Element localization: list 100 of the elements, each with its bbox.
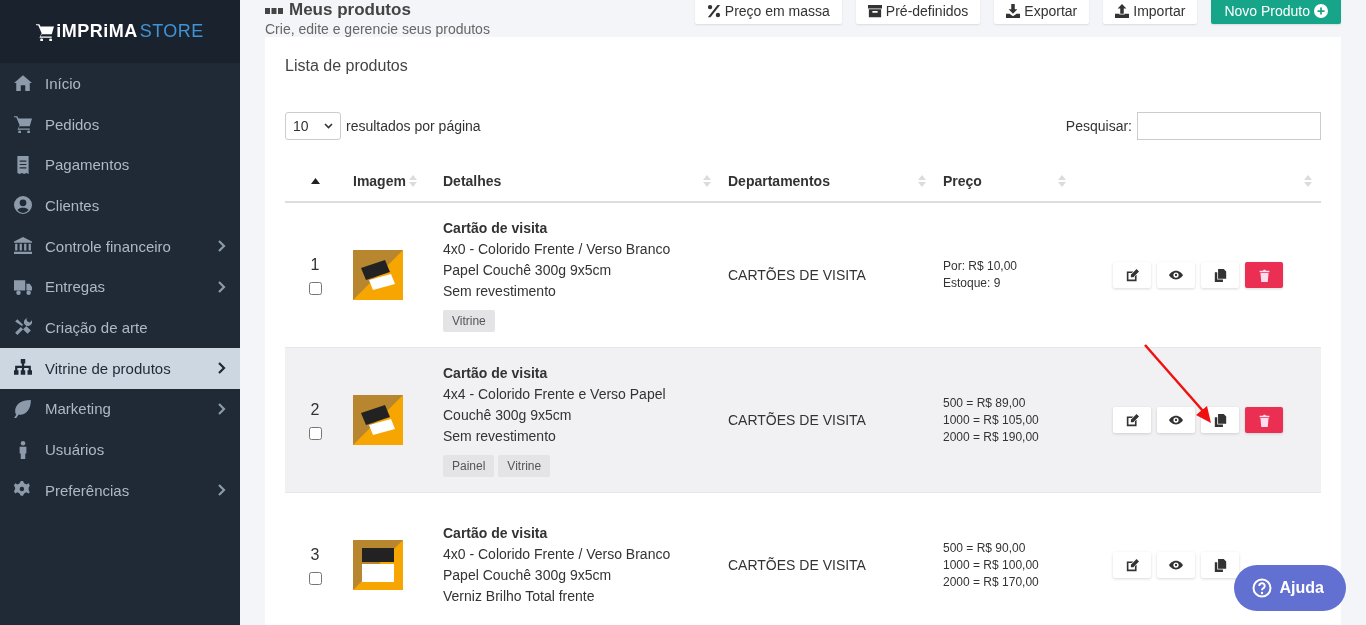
product-thumbnail — [353, 395, 403, 445]
chevron-down-icon — [324, 123, 333, 129]
row-checkbox[interactable] — [308, 281, 322, 295]
eye-icon — [1169, 558, 1183, 572]
product-detail: Sem revestimento — [443, 427, 557, 446]
toolbar-button[interactable]: Pré-definidos — [855, 0, 981, 24]
copy-icon — [1213, 268, 1227, 282]
row-number: 1 — [310, 255, 320, 274]
product-thumbnail — [353, 540, 403, 590]
product-name: Cartão de visita — [443, 219, 549, 238]
toolbar-button[interactable]: Exportar — [994, 0, 1090, 24]
delete-button[interactable] — [1245, 407, 1283, 433]
sidebar-item[interactable]: Marketing — [0, 388, 240, 430]
department-text: CARTÕES DE VISITA — [728, 267, 866, 283]
row-number: 2 — [310, 400, 320, 419]
price-text: 1000 = R$ 100,00 — [943, 556, 1040, 574]
search-label: Pesquisar: — [1065, 118, 1132, 134]
bank-icon — [14, 237, 32, 256]
sidebar-item[interactable]: Controle financeiro — [0, 225, 240, 267]
copy-icon — [1213, 413, 1227, 427]
product-thumbnail — [353, 250, 403, 300]
column-header[interactable]: Detalhes — [443, 173, 502, 189]
sort-ascending-icon[interactable] — [310, 178, 320, 184]
toolbar-button[interactable]: Preço em massa — [694, 0, 842, 24]
department-text: CARTÕES DE VISITA — [728, 557, 866, 573]
truck-icon — [14, 277, 32, 296]
view-button[interactable] — [1157, 262, 1195, 288]
sidebar-item[interactable]: Preferências — [0, 469, 240, 511]
edit-icon — [1125, 558, 1139, 572]
column-header[interactable]: Departamentos — [728, 173, 830, 189]
price-text: 2000 = R$ 190,00 — [943, 428, 1040, 446]
delete-button[interactable] — [1245, 262, 1283, 288]
page-size-select[interactable]: 10 — [285, 112, 341, 140]
upload-icon — [1115, 3, 1130, 18]
view-button[interactable] — [1157, 407, 1195, 433]
question-icon — [1251, 578, 1272, 598]
sidebar-item[interactable]: Início — [0, 63, 240, 104]
search-field[interactable] — [1137, 112, 1321, 140]
row-checkbox[interactable] — [308, 426, 322, 440]
receipt-icon — [14, 155, 32, 174]
user-icon — [14, 196, 32, 215]
grid-icon — [265, 6, 283, 14]
tag: Painel — [443, 455, 495, 477]
edit-icon — [1125, 268, 1139, 282]
duplicate-button[interactable] — [1201, 262, 1239, 288]
edit-icon — [1125, 413, 1139, 427]
sidebar-item[interactable]: Vitrine de produtos — [0, 347, 240, 389]
duplicate-button[interactable] — [1201, 552, 1239, 578]
product-detail: 4x0 - Colorido Frente / Verso Branco — [443, 240, 672, 259]
download-icon — [1006, 3, 1021, 18]
product-name: Cartão de visita — [443, 364, 549, 383]
row-checkbox[interactable] — [308, 571, 322, 585]
home-icon — [14, 74, 32, 93]
column-header[interactable]: Imagem — [353, 173, 406, 189]
card-title: Lista de produtos — [285, 57, 409, 76]
page-size-label: resultados por página — [346, 118, 481, 134]
page-subtitle: Crie, edite e gerencie seus produtos — [265, 21, 490, 37]
price-text: 500 = R$ 90,00 — [943, 539, 1027, 557]
price-text: 1000 = R$ 105,00 — [943, 411, 1040, 429]
product-detail: Verniz Brilho Total frente — [443, 587, 596, 606]
help-button[interactable]: Ajuda — [1233, 565, 1346, 611]
price-text: 500 = R$ 89,00 — [943, 394, 1027, 412]
trash-icon — [1257, 413, 1271, 427]
sidebar-item[interactable]: Clientes — [0, 185, 240, 226]
product-detail: Papel Couchê 300g 9x5cm — [443, 566, 613, 585]
logo-text: iMPRiMA — [56, 21, 138, 42]
sitemap-icon — [14, 359, 32, 378]
archive-icon — [867, 3, 882, 18]
tag: Vitrine — [443, 310, 495, 332]
logo-text: STORE — [139, 21, 204, 42]
edit-button[interactable] — [1113, 262, 1151, 288]
sidebar-item[interactable]: Criação de arte — [0, 307, 240, 348]
product-detail: Sem revestimento — [443, 282, 557, 301]
price-text: 2000 = R$ 170,00 — [943, 573, 1040, 591]
sidebar-item[interactable]: Usuários — [0, 429, 240, 470]
tag: Vitrine — [498, 455, 551, 477]
view-button[interactable] — [1157, 552, 1195, 578]
sidebar-item[interactable]: Entregas — [0, 266, 240, 308]
trash-icon — [1257, 268, 1271, 282]
edit-button[interactable] — [1113, 552, 1151, 578]
page-title: Meus produtos — [289, 0, 411, 20]
eye-icon — [1169, 268, 1183, 282]
eye-icon — [1169, 413, 1183, 427]
department-text: CARTÕES DE VISITA — [728, 412, 866, 428]
leaf-icon — [14, 399, 32, 418]
logo-cart-icon — [36, 22, 55, 41]
edit-button[interactable] — [1113, 407, 1151, 433]
product-detail: Papel Couchê 300g 9x5cm — [443, 261, 613, 280]
price-text: Por: R$ 10,00 — [943, 258, 1019, 275]
product-detail: 4x0 - Colorido Frente / Verso Branco — [443, 545, 672, 564]
plus-icon — [1314, 3, 1328, 18]
product-detail: 4x4 - Colorido Frente e Verso Papel — [443, 385, 667, 404]
column-header[interactable]: Preço — [943, 173, 982, 189]
tools-icon — [14, 318, 32, 337]
percent-icon — [706, 3, 721, 18]
copy-icon — [1213, 558, 1227, 572]
toolbar-button[interactable]: Importar — [1103, 0, 1198, 24]
sidebar-item[interactable]: Pagamentos — [0, 144, 240, 186]
row-number: 3 — [310, 545, 320, 564]
sidebar-item[interactable]: Pedidos — [0, 103, 240, 145]
